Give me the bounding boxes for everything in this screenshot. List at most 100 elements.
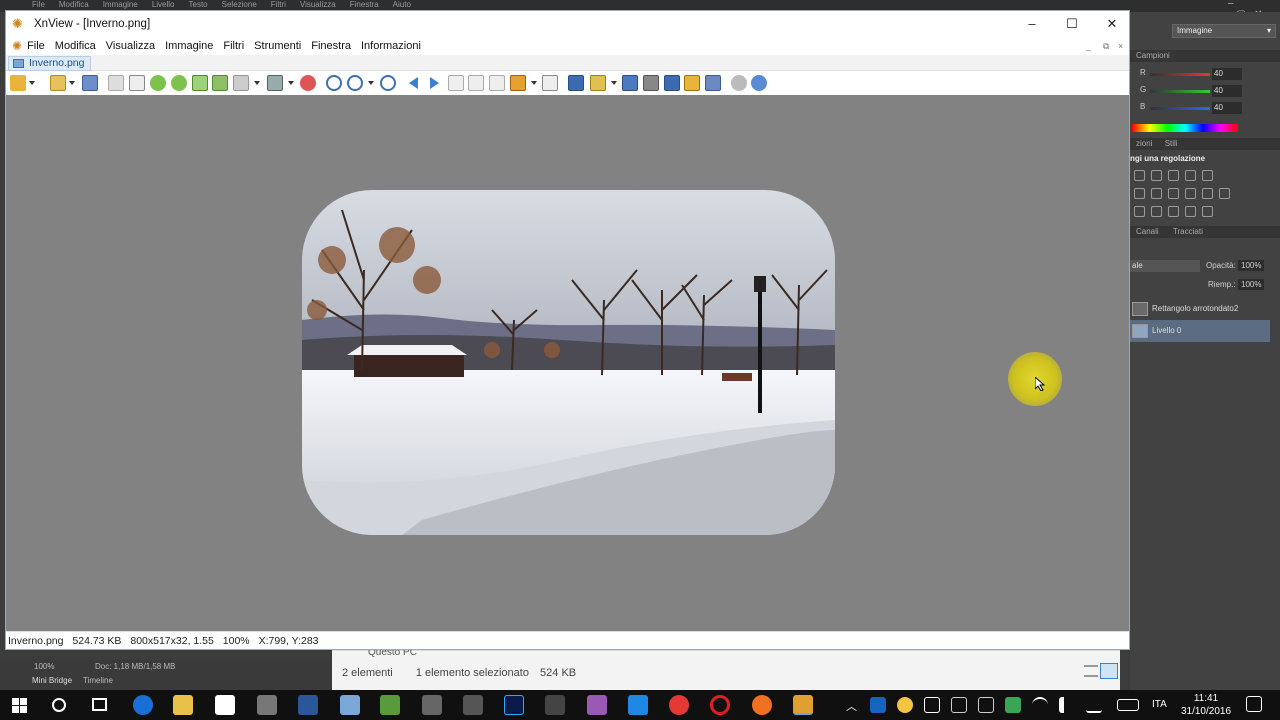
tab-timeline[interactable]: Timeline bbox=[83, 676, 113, 685]
tab-regolazioni[interactable]: zioni bbox=[1136, 139, 1152, 148]
slider-b[interactable]: B 40 bbox=[1140, 102, 1270, 116]
photo-filter-icon[interactable] bbox=[1185, 188, 1196, 199]
color-spectrum[interactable] bbox=[1132, 124, 1238, 132]
email-icon[interactable] bbox=[684, 75, 700, 91]
close-button[interactable]: ✕ bbox=[1092, 11, 1132, 37]
tray-app-icon[interactable] bbox=[870, 697, 886, 713]
browser-icon[interactable] bbox=[10, 75, 26, 91]
gradient-map-icon[interactable] bbox=[1185, 206, 1196, 217]
mixer-icon[interactable] bbox=[1202, 188, 1213, 199]
app-icon[interactable] bbox=[545, 695, 565, 715]
store-icon[interactable] bbox=[215, 695, 235, 715]
zoom-icon[interactable] bbox=[347, 75, 363, 91]
slider-track-b[interactable] bbox=[1150, 107, 1210, 110]
threshold-icon[interactable] bbox=[1168, 206, 1179, 217]
ps-zoom[interactable]: 100% bbox=[34, 662, 54, 671]
tray-app-icon[interactable] bbox=[924, 697, 940, 713]
workspace-select[interactable]: Immagine ▾ bbox=[1172, 24, 1276, 38]
ps-menu-item[interactable]: Testo bbox=[189, 0, 208, 9]
menu-strumenti[interactable]: Strumenti bbox=[249, 40, 306, 52]
posterize-icon[interactable] bbox=[1151, 206, 1162, 217]
pen-icon[interactable] bbox=[1086, 697, 1102, 713]
compare-icon[interactable] bbox=[542, 75, 558, 91]
zoom-in-icon[interactable] bbox=[326, 75, 342, 91]
hue-icon[interactable] bbox=[1134, 188, 1145, 199]
adjust-icon[interactable] bbox=[233, 75, 249, 91]
menu-informazioni[interactable]: Informazioni bbox=[356, 40, 426, 52]
ps-menu-item[interactable]: Modifica bbox=[59, 0, 89, 9]
slider-track-r[interactable] bbox=[1150, 73, 1210, 76]
wallpaper-icon[interactable] bbox=[705, 75, 721, 91]
notifications-icon[interactable] bbox=[1246, 696, 1262, 712]
chevron-down-icon[interactable] bbox=[368, 81, 374, 85]
vibrance-icon[interactable] bbox=[1202, 170, 1213, 181]
resize-icon[interactable] bbox=[192, 75, 208, 91]
panel-header-campioni[interactable]: Campioni bbox=[1130, 50, 1280, 62]
mdi-restore-button[interactable]: ⧉ bbox=[1103, 41, 1109, 52]
ps-menu-item[interactable]: File bbox=[32, 0, 45, 9]
chevron-down-icon[interactable] bbox=[69, 81, 75, 85]
panel-header-adjust[interactable]: zioni Stili bbox=[1130, 138, 1280, 150]
slider-value[interactable]: 40 bbox=[1212, 68, 1242, 80]
xnview-taskbar-icon[interactable] bbox=[793, 695, 813, 715]
app-icon[interactable] bbox=[422, 695, 442, 715]
layer-name[interactable]: Rettangolo arrotondato2 bbox=[1152, 304, 1238, 313]
tray-app-icon[interactable] bbox=[897, 697, 913, 713]
zoom-out-icon[interactable] bbox=[380, 75, 396, 91]
brightness-icon[interactable] bbox=[1134, 170, 1145, 181]
title-bar[interactable]: ✺ XnView - [Inverno.png] – ☐ ✕ bbox=[6, 11, 1129, 37]
ps-menu-item[interactable]: Filtri bbox=[271, 0, 286, 9]
rotate-right-icon[interactable] bbox=[171, 75, 187, 91]
opera-icon[interactable] bbox=[710, 695, 730, 715]
redeye-icon[interactable] bbox=[300, 75, 316, 91]
balance-icon[interactable] bbox=[1151, 188, 1162, 199]
info-icon[interactable] bbox=[751, 75, 767, 91]
details-view-icon[interactable] bbox=[1084, 665, 1098, 677]
slider-g[interactable]: G 40 bbox=[1140, 85, 1270, 99]
slider-track-g[interactable] bbox=[1150, 90, 1210, 93]
menu-filtri[interactable]: Filtri bbox=[218, 40, 249, 52]
volume-icon[interactable] bbox=[1059, 697, 1075, 713]
layer-row[interactable]: Livello 0 bbox=[1130, 320, 1270, 342]
selective-color-icon[interactable] bbox=[1202, 206, 1213, 217]
arrow-right-icon[interactable] bbox=[426, 75, 442, 91]
image-viewer[interactable] bbox=[6, 95, 1129, 631]
capture-icon[interactable] bbox=[568, 75, 584, 91]
tab-stili[interactable]: Stili bbox=[1165, 139, 1178, 148]
task-view-icon[interactable] bbox=[92, 698, 107, 711]
chevron-down-icon[interactable] bbox=[531, 81, 537, 85]
tab-canali[interactable]: Canali bbox=[1136, 227, 1159, 236]
opacity-value[interactable]: 100% bbox=[1238, 260, 1265, 271]
layer-row[interactable]: Rettangolo arrotondato2 bbox=[1130, 298, 1270, 320]
slider-value[interactable]: 40 bbox=[1212, 85, 1242, 97]
input-language[interactable]: ITA bbox=[1152, 699, 1167, 710]
rotate-left-icon[interactable] bbox=[150, 75, 166, 91]
crop-icon[interactable] bbox=[129, 75, 145, 91]
chevron-down-icon[interactable] bbox=[254, 81, 260, 85]
ps-menu-item[interactable]: Aiuto bbox=[393, 0, 411, 9]
filter-icon[interactable] bbox=[267, 75, 283, 91]
lookup-icon[interactable] bbox=[1219, 188, 1230, 199]
chrome-icon[interactable] bbox=[669, 695, 689, 715]
clock[interactable]: 11:41 31/10/2016 bbox=[1178, 692, 1234, 718]
open-folder-icon[interactable] bbox=[50, 75, 66, 91]
app-icon[interactable] bbox=[587, 695, 607, 715]
app-icon[interactable] bbox=[340, 695, 360, 715]
curves-icon[interactable] bbox=[1168, 170, 1179, 181]
ps-menu-item[interactable]: Visualizza bbox=[300, 0, 336, 9]
winter-landscape-image[interactable] bbox=[302, 190, 835, 535]
tiles-view-icon[interactable] bbox=[1100, 663, 1118, 679]
print-icon[interactable] bbox=[643, 75, 659, 91]
menu-file[interactable]: File bbox=[22, 40, 50, 52]
chevron-down-icon[interactable] bbox=[29, 81, 35, 85]
slideshow-icon[interactable] bbox=[510, 75, 526, 91]
file-explorer-icon[interactable] bbox=[173, 695, 193, 715]
exposure-icon[interactable] bbox=[1185, 170, 1196, 181]
chevron-down-icon[interactable] bbox=[288, 81, 294, 85]
tray-app-icon[interactable] bbox=[1005, 697, 1021, 713]
mdi-close-button[interactable]: × bbox=[1118, 41, 1123, 51]
word-icon[interactable] bbox=[298, 695, 318, 715]
panel-header-layers[interactable]: Canali Tracciati bbox=[1130, 226, 1280, 238]
menu-immagine[interactable]: Immagine bbox=[160, 40, 218, 52]
tab-tracciati[interactable]: Tracciati bbox=[1173, 227, 1203, 236]
